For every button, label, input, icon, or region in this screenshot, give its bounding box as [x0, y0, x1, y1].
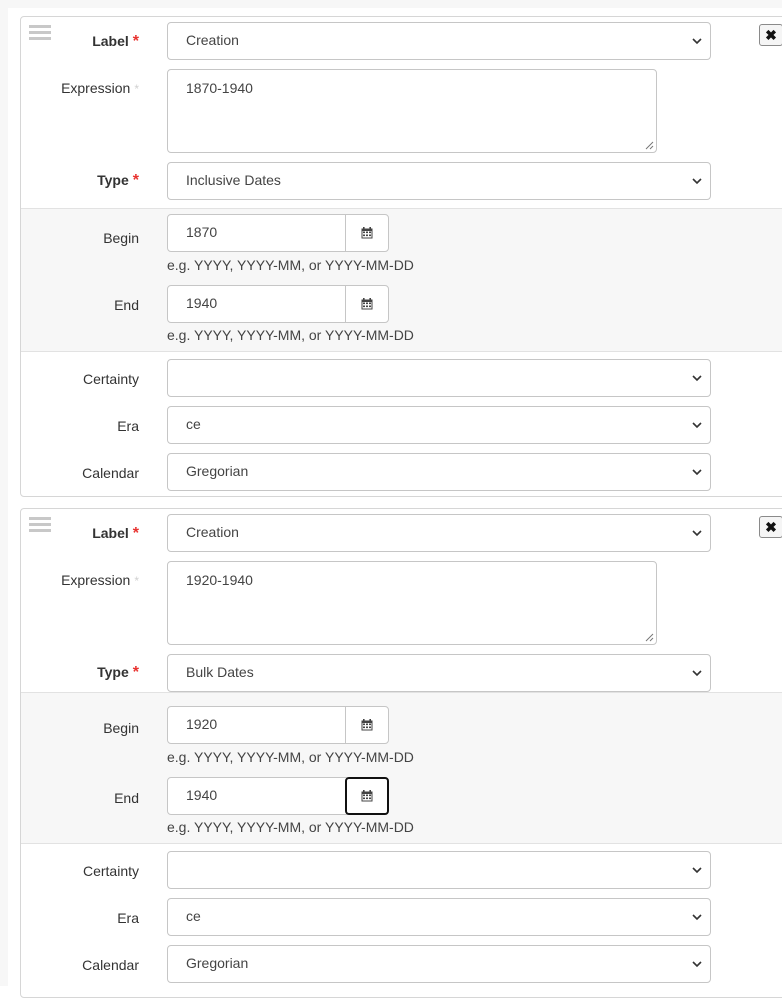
- era-select[interactable]: ce: [167, 406, 711, 444]
- chevron-down-icon: [692, 178, 702, 185]
- required-mark: *: [132, 33, 139, 50]
- end-calendar-button[interactable]: [345, 285, 389, 323]
- label-select[interactable]: Creation: [167, 514, 711, 552]
- expression-textarea[interactable]: 1920-1940: [167, 561, 657, 645]
- begin-end-section: Begin 1920 e.g. YYYY, YYYY-MM, or YYYY-M…: [21, 692, 782, 844]
- chevron-down-icon: [692, 422, 702, 429]
- expression-value: 1870-1940: [186, 80, 253, 96]
- chevron-down-icon: [692, 914, 702, 921]
- begin-field-label: Begin: [103, 230, 139, 246]
- calendar-icon: [361, 227, 373, 239]
- begin-format-hint: e.g. YYYY, YYYY-MM, or YYYY-MM-DD: [167, 257, 414, 273]
- required-mark: *: [132, 525, 139, 542]
- era-select-value: ce: [186, 416, 201, 432]
- begin-format-hint: e.g. YYYY, YYYY-MM, or YYYY-MM-DD: [167, 749, 414, 765]
- label-field-label: Label *: [92, 33, 139, 50]
- begin-date-input[interactable]: 1870: [167, 214, 347, 252]
- calendar-select-value: Gregorian: [186, 463, 249, 479]
- begin-calendar-button[interactable]: [345, 706, 389, 744]
- begin-field-label: Begin: [103, 720, 139, 736]
- close-icon: ✖: [765, 519, 777, 535]
- required-mark: *: [132, 172, 139, 189]
- type-select[interactable]: Bulk Dates: [167, 654, 711, 692]
- end-date-input[interactable]: 1940: [167, 777, 347, 815]
- begin-date-input[interactable]: 1920: [167, 706, 347, 744]
- expression-field-label: Expression *: [61, 80, 139, 96]
- end-field-label: End: [114, 297, 139, 313]
- certainty-select[interactable]: [167, 359, 711, 397]
- end-value: 1940: [186, 295, 218, 311]
- expression-textarea[interactable]: 1870-1940: [167, 69, 657, 153]
- begin-value: 1870: [186, 224, 218, 240]
- chevron-down-icon: [692, 530, 702, 537]
- end-format-hint: e.g. YYYY, YYYY-MM, or YYYY-MM-DD: [167, 327, 414, 343]
- calendar-field-label: Calendar: [82, 957, 139, 973]
- begin-calendar-button[interactable]: [345, 214, 389, 252]
- end-date-input[interactable]: 1940: [167, 285, 347, 323]
- resize-grip-icon[interactable]: [645, 633, 654, 642]
- remove-date-button[interactable]: ✖: [759, 516, 782, 538]
- type-field-label: Type *: [97, 664, 139, 681]
- optional-mark: *: [134, 82, 139, 96]
- chevron-down-icon: [692, 469, 702, 476]
- calendar-select[interactable]: Gregorian: [167, 453, 711, 491]
- remove-date-button[interactable]: ✖: [759, 24, 782, 46]
- chevron-down-icon: [692, 38, 702, 45]
- expression-field-label: Expression *: [61, 572, 139, 588]
- resize-grip-icon[interactable]: [645, 141, 654, 150]
- type-field-label: Type *: [97, 172, 139, 189]
- chevron-down-icon: [692, 867, 702, 874]
- era-select-value: ce: [186, 908, 201, 924]
- date-subrecord-2: Label * Creation ✖ Expression * 1920-1940 …: [20, 508, 782, 998]
- top-background-strip: [0, 0, 782, 8]
- required-mark: *: [132, 664, 139, 681]
- calendar-select-value: Gregorian: [186, 955, 249, 971]
- expression-value: 1920-1940: [186, 572, 253, 588]
- certainty-field-label: Certainty: [82, 863, 139, 879]
- calendar-icon: [361, 298, 373, 310]
- certainty-field-label: Certainty: [82, 371, 139, 387]
- begin-value: 1920: [186, 716, 218, 732]
- label-select[interactable]: Creation: [167, 22, 711, 60]
- type-select-value: Inclusive Dates: [186, 172, 281, 188]
- end-field-label: End: [114, 790, 139, 806]
- label-select-value: Creation: [186, 524, 239, 540]
- type-select-value: Bulk Dates: [186, 664, 254, 680]
- left-background-strip: [0, 0, 8, 986]
- close-icon: ✖: [765, 27, 777, 43]
- chevron-down-icon: [692, 961, 702, 968]
- calendar-icon: [361, 790, 373, 802]
- end-value: 1940: [186, 787, 218, 803]
- certainty-select[interactable]: [167, 851, 711, 889]
- date-subrecord-1: Label * Creation ✖ Expression * 1870-1940 …: [20, 16, 782, 497]
- era-select[interactable]: ce: [167, 898, 711, 936]
- calendar-icon: [361, 719, 373, 731]
- begin-end-section: Begin 1870 e.g. YYYY, YYYY-MM, or YYYY-M…: [21, 208, 782, 352]
- calendar-select[interactable]: Gregorian: [167, 945, 711, 983]
- chevron-down-icon: [692, 670, 702, 677]
- label-select-value: Creation: [186, 32, 239, 48]
- label-field-label: Label *: [92, 525, 139, 542]
- calendar-field-label: Calendar: [82, 465, 139, 481]
- optional-mark: *: [134, 574, 139, 588]
- era-field-label: Era: [117, 910, 139, 926]
- era-field-label: Era: [117, 418, 139, 434]
- chevron-down-icon: [692, 375, 702, 382]
- end-format-hint: e.g. YYYY, YYYY-MM, or YYYY-MM-DD: [167, 819, 414, 835]
- end-calendar-button[interactable]: [345, 777, 389, 815]
- type-select[interactable]: Inclusive Dates: [167, 162, 711, 200]
